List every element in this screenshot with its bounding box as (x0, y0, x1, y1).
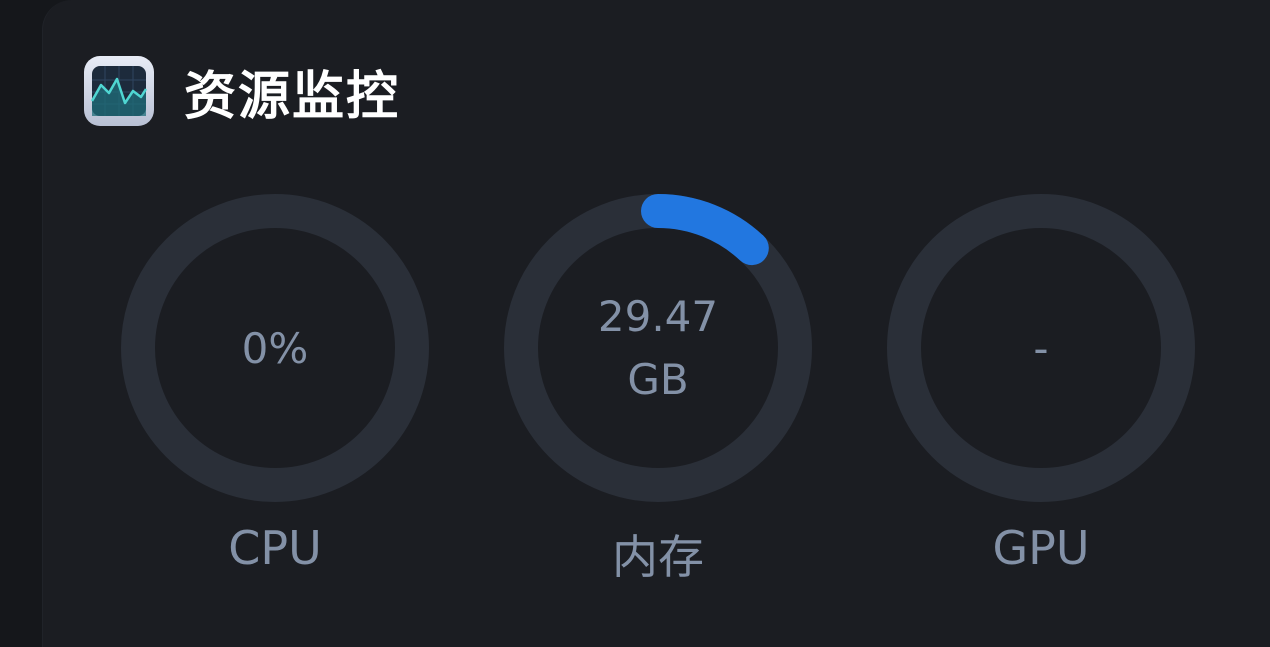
activity-monitor-icon (84, 56, 154, 126)
memory-label: 内存 (612, 530, 704, 584)
memory-gauge: 29.47 GB 内存 (503, 193, 813, 593)
cpu-gauge: 0% CPU (120, 193, 430, 593)
cpu-value: 0% (120, 193, 430, 503)
cpu-value-number: 0% (241, 323, 309, 373)
gpu-value: - (886, 193, 1196, 503)
page-title: 资源监控 (184, 66, 401, 127)
memory-value: 29.47 GB (503, 193, 813, 503)
memory-value-number: 29.47 (597, 292, 719, 341)
gpu-gauge: - GPU (886, 193, 1196, 593)
memory-value-unit: GB (627, 355, 689, 404)
cpu-label: CPU (228, 521, 322, 575)
panel-header: 资源监控 (84, 56, 401, 127)
gpu-value-number: - (1033, 323, 1049, 373)
gpu-label: GPU (992, 521, 1090, 575)
